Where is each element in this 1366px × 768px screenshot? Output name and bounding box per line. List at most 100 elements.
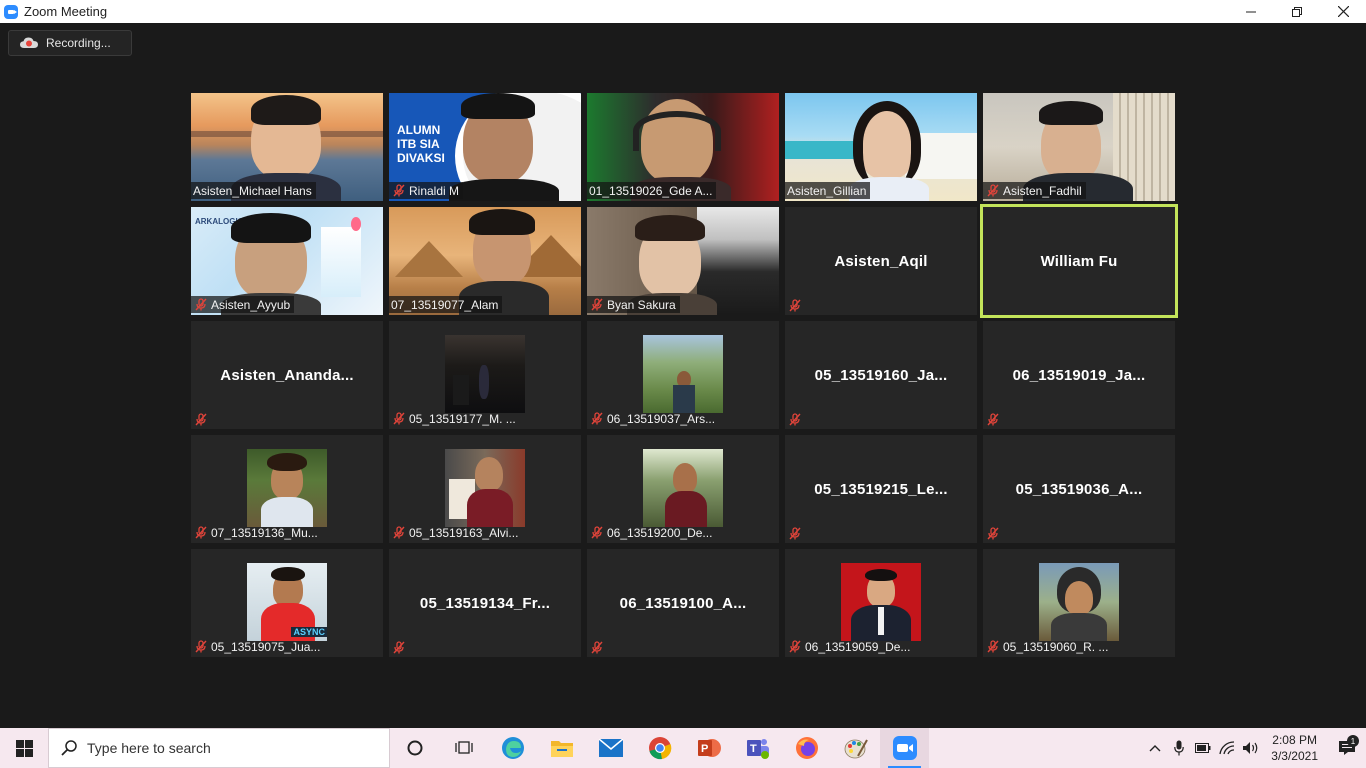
participant-name-label: Asisten_Ayyub (191, 296, 295, 313)
participant-tile[interactable]: Byan Sakura (587, 207, 779, 315)
clock-date: 3/3/2021 (1271, 749, 1318, 763)
restore-button[interactable] (1274, 0, 1320, 23)
muted-mic-icon (987, 640, 999, 653)
participant-tile[interactable]: 07_13519136_Mu... (191, 435, 383, 543)
taskbar: Type here to search P T 2:08 PM 3/3/2021… (0, 728, 1366, 768)
participant-name: 05_13519160_Ja... (814, 366, 948, 384)
participant-tile[interactable]: 05_13519036_A... (983, 435, 1175, 543)
participant-tile[interactable]: ALUMN ITB SIA DIVAKSI Rinaldi M (389, 93, 581, 201)
participant-tile[interactable]: Asisten_Fadhil (983, 93, 1175, 201)
zoom-icon (892, 736, 917, 760)
participant-tile[interactable]: 05_13519060_R. ... (983, 549, 1175, 657)
microphone-tray-button[interactable] (1167, 740, 1191, 756)
participant-tile[interactable]: Asisten_Michael Hans (191, 93, 383, 201)
teams-icon: T (746, 739, 769, 759)
participant-name-label: 05_13519177_M. ... (389, 410, 520, 427)
taskbar-search[interactable]: Type here to search (48, 728, 390, 768)
participant-name-label: 05_13519163_Alvi... (389, 524, 522, 541)
windows-icon (15, 739, 33, 757)
participant-tile[interactable]: 05_13519177_M. ... (389, 321, 581, 429)
clock-time: 2:08 PM (1272, 733, 1317, 747)
participant-name-label: 07_13519136_Mu... (191, 524, 322, 541)
task-view-button[interactable] (439, 728, 488, 768)
participant-name-label: Asisten_Fadhil (983, 182, 1086, 199)
taskbar-app-mail[interactable] (586, 728, 635, 768)
mail-icon (598, 739, 623, 757)
participant-tile[interactable]: ASYNC 05_13519075_Jua... (191, 549, 383, 657)
muted-mic-icon (987, 413, 999, 426)
muted-mic-icon (393, 184, 405, 197)
taskbar-app-chrome[interactable] (635, 728, 684, 768)
participant-tile[interactable]: 05_13519215_Le... (785, 435, 977, 543)
chrome-icon (648, 737, 671, 760)
action-center-button[interactable]: 1 (1328, 735, 1366, 756)
cortana-icon (407, 740, 422, 756)
participant-tile[interactable]: 06_13519100_A... (587, 549, 779, 657)
restore-icon (1292, 6, 1302, 17)
muted-mic-icon (591, 641, 603, 654)
profile-picture (841, 563, 921, 641)
participant-name-label: 06_13519200_De... (587, 524, 716, 541)
taskbar-app-zoom[interactable] (880, 728, 929, 768)
participant-name: 05_13519215_Le... (814, 480, 948, 498)
participant-name-label: Asisten_Michael Hans (191, 182, 316, 199)
participant-name: William Fu (1040, 252, 1118, 270)
participant-tile[interactable]: 01_13519026_Gde A... (587, 93, 779, 201)
participant-tile[interactable]: 06_13519019_Ja... (983, 321, 1175, 429)
participant-tile[interactable]: 05_13519160_Ja... (785, 321, 977, 429)
participant-name-label: 05_13519075_Jua... (191, 638, 324, 655)
title-bar: Zoom Meeting (0, 0, 1366, 23)
cortana-button[interactable] (390, 728, 439, 768)
close-icon (1337, 6, 1349, 17)
participant-name-label: 06_13519059_De... (785, 638, 914, 655)
show-hidden-icons-button[interactable] (1143, 744, 1167, 752)
taskbar-app-firefox[interactable] (782, 728, 831, 768)
profile-picture (445, 335, 525, 413)
participant-tile[interactable]: Asisten_Gillian (785, 93, 977, 201)
participant-tile[interactable]: 07_13519077_Alam (389, 207, 581, 315)
taskbar-app-teams[interactable]: T (733, 728, 782, 768)
profile-picture (643, 335, 723, 413)
wifi-icon (1219, 741, 1235, 755)
muted-mic-icon (195, 640, 207, 653)
muted-mic-icon (195, 298, 207, 311)
svg-text:P: P (701, 743, 708, 755)
muted-mic-icon (393, 641, 405, 654)
profile-picture (247, 449, 327, 527)
muted-mic-icon (393, 412, 405, 425)
participant-tile[interactable]: 06_13519037_Ars... (587, 321, 779, 429)
active-speaker-tile[interactable]: William Fu (980, 204, 1178, 318)
participant-tile[interactable]: 06_13519200_De... (587, 435, 779, 543)
participant-tile[interactable]: Asisten_Ananda... (191, 321, 383, 429)
participant-name-label: 07_13519077_Alam (389, 296, 503, 313)
close-button[interactable] (1320, 0, 1366, 23)
chevron-up-icon (1149, 745, 1161, 752)
minimize-button[interactable] (1228, 0, 1274, 23)
taskbar-app-paint[interactable] (831, 728, 880, 768)
system-clock[interactable]: 2:08 PM 3/3/2021 (1271, 732, 1318, 764)
start-button[interactable] (0, 728, 48, 768)
taskbar-app-edge[interactable] (488, 728, 537, 768)
volume-tray-button[interactable] (1239, 741, 1263, 755)
window-title: Zoom Meeting (24, 4, 108, 19)
search-placeholder: Type here to search (87, 740, 211, 756)
taskbar-app-file-explorer[interactable] (537, 728, 586, 768)
participant-tile[interactable]: 05_13519134_Fr... (389, 549, 581, 657)
participant-tile[interactable]: Asisten_Aqil (785, 207, 977, 315)
recording-label: Recording... (46, 36, 111, 50)
profile-picture (445, 449, 525, 527)
muted-mic-icon (195, 526, 207, 539)
participant-tile[interactable]: ARKALOGICA Asisten_Ayyub (191, 207, 383, 315)
muted-mic-icon (195, 413, 207, 426)
participant-tile[interactable]: 06_13519059_De... (785, 549, 977, 657)
battery-tray-button[interactable] (1191, 743, 1215, 753)
muted-mic-icon (987, 184, 999, 197)
zoom-app-icon (4, 4, 18, 19)
participant-name: 05_13519036_A... (1015, 480, 1143, 498)
network-tray-button[interactable] (1215, 741, 1239, 755)
recording-indicator[interactable]: Recording... (8, 30, 132, 56)
taskbar-app-powerpoint[interactable]: P (684, 728, 733, 768)
participant-name-label: Byan Sakura (587, 296, 680, 313)
muted-mic-icon (591, 412, 603, 425)
participant-tile[interactable]: 05_13519163_Alvi... (389, 435, 581, 543)
